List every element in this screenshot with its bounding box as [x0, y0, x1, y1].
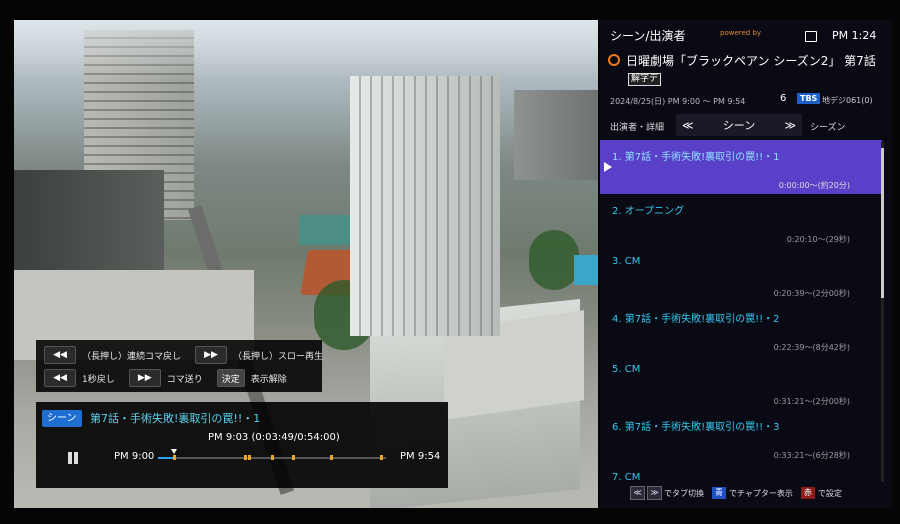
tab-next-key: ≫	[647, 486, 662, 500]
help-label: コマ送り	[166, 374, 203, 385]
current-scene-title: 第7話・手術失敗!裏取引の罠!!・1	[90, 412, 261, 425]
trees	[529, 230, 579, 290]
help-label: （長押し）スロー再生	[233, 351, 324, 362]
scene-title: 7. CM	[612, 472, 641, 482]
powered-by-logo: powered by	[720, 29, 762, 37]
scene-title: 5. CM	[612, 364, 641, 375]
button-help: ◀◀ （長押し）連続コマ戻し ▶▶ （長押し）スロー再生 ◀◀ 1秒戻し ▶▶ …	[36, 340, 323, 392]
chapter-marker	[291, 455, 295, 460]
tab-season[interactable]: シーズン	[810, 120, 846, 133]
end-time: PM 9:54	[400, 451, 441, 462]
chapter-marker	[248, 455, 252, 460]
scene-item[interactable]: 2. オープニング 0:20:10〜(29秒)	[600, 194, 882, 248]
footer-hints: ≪ ≫ でタブ切換 青 でチャプター表示 赤 で設定	[630, 486, 842, 500]
caption-badge: 解字デ	[628, 73, 662, 86]
program-title-text: 日曜劇場「ブラックペアン シーズン2」 第7話	[626, 54, 876, 68]
scene-panel: シーン/出演者 powered by PM 1:24 日曜劇場「ブラックペアン …	[600, 20, 892, 508]
chapter-marker	[271, 455, 274, 460]
chapter-marker	[380, 455, 384, 460]
air-date: 2024/8/25(日) PM 9:00 〜 PM 9:54	[610, 97, 746, 106]
footer-text: で設定	[817, 488, 842, 498]
scene-time: 0:20:39〜(2分00秒)	[773, 289, 850, 298]
scene-item[interactable]: 5. CM 0:31:21〜(2分00秒)	[600, 356, 882, 410]
building	[514, 90, 598, 180]
chapter-marker	[243, 455, 247, 460]
program-title: 日曜劇場「ブラックペアン シーズン2」 第7話解字デ	[626, 53, 888, 87]
scrollbar[interactable]	[881, 142, 884, 482]
panel-title: シーン/出演者	[610, 29, 686, 43]
tab-cast-details[interactable]: 出演者・詳細	[610, 120, 664, 133]
rewind-key: ◀◀	[44, 369, 76, 387]
channel-name: 地デジ061(0)	[822, 96, 873, 105]
scene-tag: シーン	[42, 410, 82, 427]
pause-icon[interactable]	[66, 452, 80, 464]
pool	[574, 255, 598, 285]
tab-next-icon[interactable]: ≫	[784, 119, 796, 132]
tab-prev-key: ≪	[630, 486, 645, 500]
scene-item[interactable]: 7. CM	[600, 464, 882, 482]
tower-building	[350, 76, 500, 336]
scene-list: 1. 第7話・手術失敗!裏取引の罠!!・1 0:00:00〜(約20分) 2. …	[600, 140, 892, 482]
scene-title: 6. 第7話・手術失敗!裏取引の罠!!・3	[612, 422, 780, 433]
scene-item[interactable]: 6. 第7話・手術失敗!裏取引の罠!!・3 0:33:21〜(6分28秒)	[600, 410, 882, 464]
scene-title: 1. 第7話・手術失敗!裏取引の罠!!・1	[612, 152, 780, 163]
sky-haze	[14, 20, 598, 80]
help-row: ◀◀ （長押し）連続コマ戻し ▶▶ （長押し）スロー再生	[44, 345, 337, 365]
chapter-marker	[330, 455, 334, 460]
scene-time: 0:33:21〜(6分28秒)	[773, 451, 850, 460]
seek-bar[interactable]	[158, 449, 386, 460]
tab-bar: 出演者・詳細 ≪ シーン ≫ シーズン	[600, 114, 892, 138]
play-arrow-icon	[604, 162, 612, 172]
current-time: PM 9:03 (0:03:49/0:54:00)	[208, 432, 340, 443]
clock: PM 1:24	[832, 29, 877, 42]
forward-key: ▶▶	[128, 369, 161, 387]
scene-title: 3. CM	[612, 256, 641, 267]
playback-bar: シーン 第7話・手術失敗!裏取引の罠!!・1 PM 9:03 (0:03:49/…	[36, 402, 448, 488]
red-key: 赤	[800, 487, 815, 499]
playhead-marker[interactable]	[170, 449, 177, 454]
help-label: （長押し）連続コマ戻し	[82, 351, 182, 362]
help-label: 1秒戻し	[82, 374, 115, 385]
tv-icon	[805, 31, 817, 42]
scene-time: 0:20:10〜(29秒)	[786, 235, 850, 244]
scene-item[interactable]: 3. CM 0:20:39〜(2分00秒)	[600, 248, 882, 302]
chapter-marker	[172, 455, 176, 460]
tab-prev-icon[interactable]: ≪	[682, 119, 694, 132]
scene-title: 4. 第7話・手術失敗!裏取引の罠!!・2	[612, 314, 780, 325]
recording-icon	[608, 54, 620, 66]
scene-time: 0:00:00〜(約20分)	[778, 181, 850, 190]
help-row: ◀◀ 1秒戻し ▶▶ コマ送り 決定 表示解除	[44, 368, 301, 388]
blue-key: 青	[712, 487, 726, 499]
footer-text: でチャプター表示	[729, 488, 793, 498]
scene-time: 0:31:21〜(2分00秒)	[773, 397, 850, 406]
channel-logo: TBS	[797, 93, 821, 104]
scrollbar-thumb[interactable]	[881, 148, 884, 298]
seek-progress	[158, 457, 174, 459]
forward-key: ▶▶	[195, 346, 228, 364]
tv-screen: ◀◀ （長押し）連続コマ戻し ▶▶ （長押し）スロー再生 ◀◀ 1秒戻し ▶▶ …	[0, 0, 900, 524]
scene-item[interactable]: 4. 第7話・手術失敗!裏取引の罠!!・2 0:22:39〜(8分42秒)	[600, 302, 882, 356]
rewind-key: ◀◀	[44, 346, 76, 364]
footer-text: でタブ切換	[664, 488, 704, 498]
scene-item[interactable]: 1. 第7話・手術失敗!裏取引の罠!!・1 0:00:00〜(約20分)	[600, 140, 882, 194]
tab-scenes[interactable]: ≪ シーン ≫	[676, 114, 802, 136]
channel-number: 6	[780, 93, 787, 104]
start-time: PM 9:00	[114, 451, 155, 462]
scene-time: 0:22:39〜(8分42秒)	[773, 343, 850, 352]
tab-scenes-label: シーン	[722, 119, 756, 132]
scene-title: 2. オープニング	[612, 206, 685, 217]
help-label: 表示解除	[250, 374, 287, 385]
enter-key: 決定	[216, 369, 245, 387]
